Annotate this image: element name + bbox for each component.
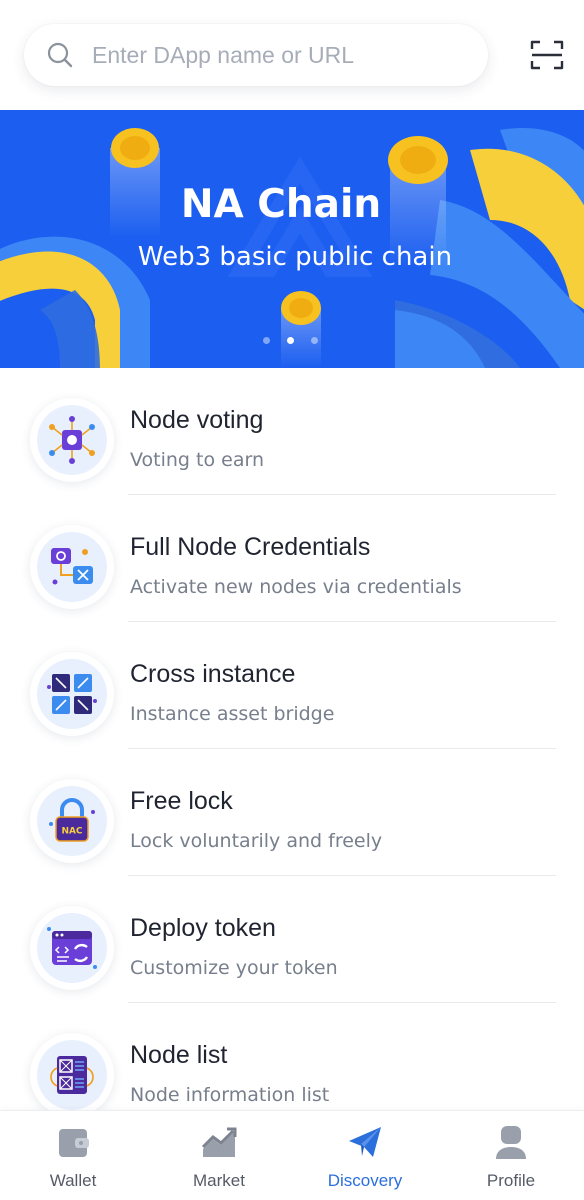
nav-profile[interactable]: Profile xyxy=(438,1111,584,1200)
node-voting-icon xyxy=(30,398,114,482)
dapp-list: Node voting Voting to earn Full Node Cre… xyxy=(0,368,584,1130)
header xyxy=(0,0,584,110)
bottom-nav: Wallet Market Discovery Profile xyxy=(0,1110,584,1200)
item-title: Full Node Credentials xyxy=(130,533,371,561)
nac-label: NAC xyxy=(61,827,82,837)
paper-plane-icon xyxy=(349,1127,381,1157)
item-subtitle: Activate new nodes via credentials xyxy=(130,576,462,598)
nav-label: Wallet xyxy=(49,1171,97,1190)
item-subtitle: Voting to earn xyxy=(130,449,264,471)
search-icon xyxy=(47,42,73,68)
carousel-dot[interactable] xyxy=(263,337,270,344)
list-item-deploy-token[interactable]: Deploy token Customize your token xyxy=(0,876,584,1003)
full-node-credentials-icon xyxy=(30,525,114,609)
market-chart-icon xyxy=(201,1127,237,1157)
search-input[interactable] xyxy=(92,41,452,69)
nav-label: Discovery xyxy=(327,1171,403,1190)
item-title: Node list xyxy=(130,1041,228,1069)
carousel-dot[interactable] xyxy=(311,337,318,344)
carousel-dot-active[interactable] xyxy=(287,337,294,344)
banner-title: NA Chain xyxy=(180,182,382,227)
list-item-full-node-credentials[interactable]: Full Node Credentials Activate new nodes… xyxy=(0,495,584,622)
nav-label: Market xyxy=(193,1171,245,1190)
nav-market[interactable]: Market xyxy=(146,1111,292,1200)
cross-instance-icon xyxy=(30,652,114,736)
item-subtitle: Customize your token xyxy=(130,957,338,979)
item-title: Deploy token xyxy=(130,914,276,942)
scan-icon[interactable] xyxy=(530,40,564,70)
list-item-cross-instance[interactable]: Cross instance Instance asset bridge xyxy=(0,622,584,749)
free-lock-icon: NAC xyxy=(30,779,114,863)
item-title: Cross instance xyxy=(130,660,296,688)
wallet-icon xyxy=(59,1129,89,1157)
promo-banner[interactable]: NA Chain Web3 basic public chain xyxy=(0,110,584,368)
item-subtitle: Node information list xyxy=(130,1084,330,1106)
list-item-free-lock[interactable]: NAC Free lock Lock voluntarily and freel… xyxy=(0,749,584,876)
item-title: Node voting xyxy=(130,406,264,434)
carousel-indicator xyxy=(263,337,318,344)
banner-artwork xyxy=(0,128,584,368)
item-subtitle: Lock voluntarily and freely xyxy=(130,830,383,852)
profile-icon xyxy=(496,1126,526,1159)
node-list-icon xyxy=(30,1033,114,1117)
nav-label: Profile xyxy=(486,1171,536,1190)
nav-discovery[interactable]: Discovery xyxy=(292,1111,438,1200)
list-item-node-voting[interactable]: Node voting Voting to earn xyxy=(0,368,584,495)
banner-subtitle: Web3 basic public chain xyxy=(137,242,453,272)
item-subtitle: Instance asset bridge xyxy=(130,703,335,725)
nav-wallet[interactable]: Wallet xyxy=(0,1111,146,1200)
search-bar[interactable] xyxy=(24,24,488,86)
deploy-token-icon xyxy=(30,906,114,990)
item-title: Free lock xyxy=(130,787,233,815)
